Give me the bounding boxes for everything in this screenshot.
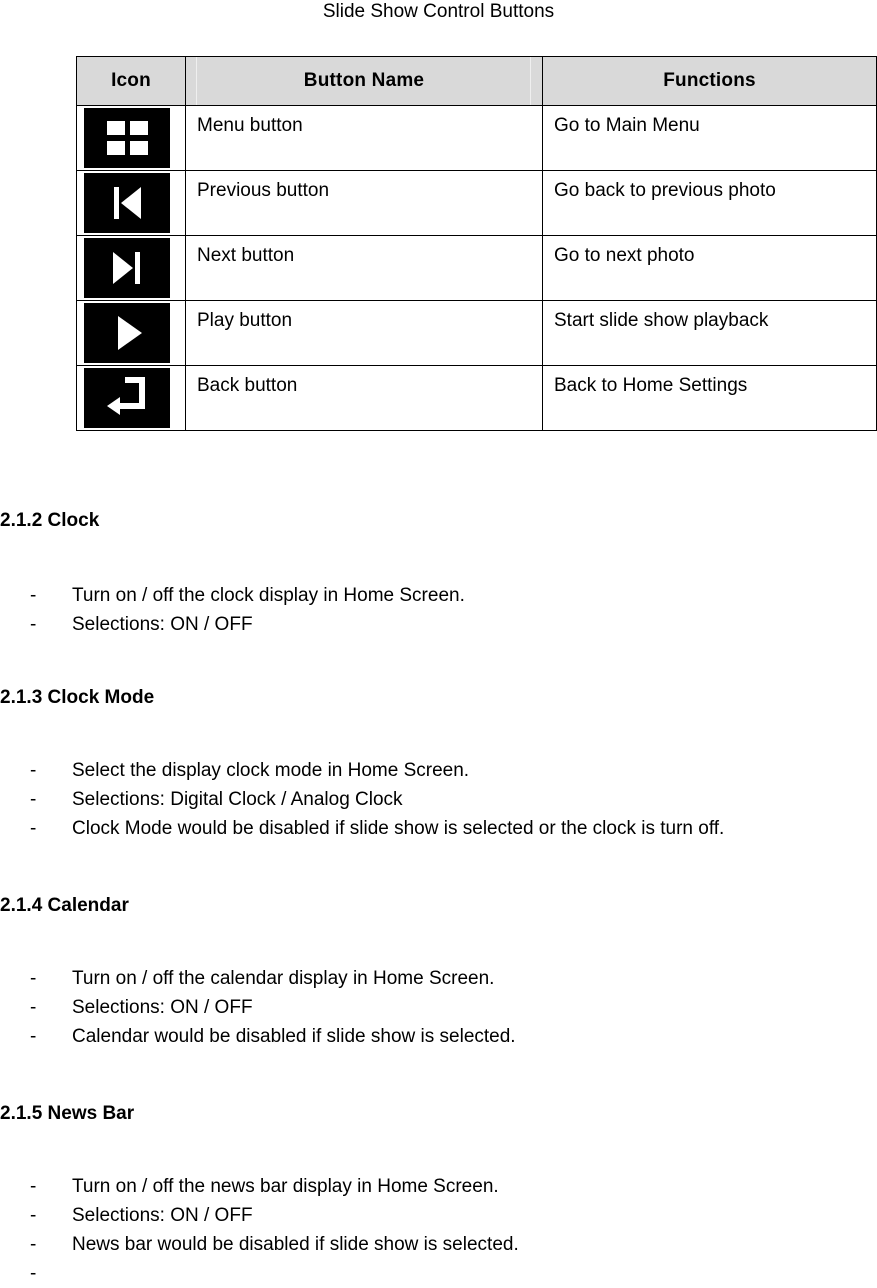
bullet-marker: - — [30, 1026, 37, 1047]
table-header-row: Icon Button Name Functions — [76, 56, 877, 106]
icon-cell — [76, 365, 186, 431]
table-row: Previous button Go back to previous phot… — [76, 170, 877, 236]
bullet-marker: - — [30, 997, 37, 1018]
section-heading-calendar: 2.1.4 Calendar — [0, 895, 129, 916]
list-item-text: Selections: ON / OFF — [72, 997, 253, 1018]
bullet-marker: - — [30, 968, 37, 989]
bullet-marker: - — [30, 614, 37, 635]
play-icon — [84, 303, 170, 363]
bullet-marker: - — [30, 1176, 37, 1197]
list-item: - Select the display clock mode in Home … — [0, 756, 877, 785]
slide-show-control-buttons-table: Icon Button Name Functions Menu button G… — [76, 56, 877, 431]
list-item: - Selections: Digital Clock / Analog Clo… — [0, 785, 877, 814]
button-name-cell: Back button — [185, 365, 543, 431]
bullet-list-clock-mode: - Select the display clock mode in Home … — [0, 756, 877, 843]
list-item-text: Calendar would be disabled if slide show… — [72, 1026, 516, 1047]
button-name-cell: Menu button — [185, 105, 543, 171]
bullet-list-news-bar: - Turn on / off the news bar display in … — [0, 1172, 877, 1288]
list-item-text: Select the display clock mode in Home Sc… — [72, 760, 470, 781]
list-item: - Calendar would be disabled if slide sh… — [0, 1022, 877, 1051]
function-cell: Start slide show playback — [542, 300, 877, 366]
bullet-marker: - — [30, 1234, 37, 1255]
icon-cell — [76, 300, 186, 366]
bullet-marker: - — [30, 818, 37, 839]
page-title: Slide Show Control Buttons — [322, 1, 555, 22]
list-item: - Selections: ON / OFF — [0, 610, 877, 639]
list-item: - Selections: ON / OFF — [0, 1201, 877, 1230]
column-header-button-name: Button Name — [185, 56, 543, 106]
table-row: Next button Go to next photo — [76, 235, 877, 301]
section-heading-news-bar: 2.1.5 News Bar — [0, 1103, 135, 1124]
list-item-text: Turn on / off the news bar display in Ho… — [72, 1176, 499, 1197]
menu-grid-icon — [84, 108, 170, 168]
list-item-text: Selections: ON / OFF — [72, 614, 253, 635]
next-track-icon — [84, 238, 170, 298]
previous-track-icon — [84, 173, 170, 233]
button-name-cell: Previous button — [185, 170, 543, 236]
section-heading-clock-mode: 2.1.3 Clock Mode — [0, 687, 155, 708]
button-name-cell: Play button — [185, 300, 543, 366]
column-header-functions: Functions — [542, 56, 877, 106]
list-item: - News bar would be disabled if slide sh… — [0, 1230, 877, 1259]
list-item: - Turn on / off the news bar display in … — [0, 1172, 877, 1201]
return-arrow-icon — [84, 368, 170, 428]
list-item-text: Selections: Digital Clock / Analog Clock — [72, 789, 403, 810]
bullet-list-clock: - Turn on / off the clock display in Hom… — [0, 581, 877, 639]
function-cell: Go back to previous photo — [542, 170, 877, 236]
list-item: - Turn on / off the clock display in Hom… — [0, 581, 877, 610]
icon-cell — [76, 235, 186, 301]
list-item-text: News bar would be disabled if slide show… — [72, 1234, 519, 1255]
icon-cell — [76, 105, 186, 171]
section-heading-clock: 2.1.2 Clock — [0, 510, 100, 531]
list-item-text: Selections: ON / OFF — [72, 1205, 253, 1226]
function-cell: Go to Main Menu — [542, 105, 877, 171]
function-cell: Go to next photo — [542, 235, 877, 301]
button-name-cell: Next button — [185, 235, 543, 301]
bullet-marker: - — [30, 789, 37, 810]
list-item-text: Turn on / off the calendar display in Ho… — [72, 968, 495, 989]
function-cell: Back to Home Settings — [542, 365, 877, 431]
table-row: Back button Back to Home Settings — [76, 365, 877, 431]
table-row: Play button Start slide show playback — [76, 300, 877, 366]
bullet-list-calendar: - Turn on / off the calendar display in … — [0, 964, 877, 1051]
bullet-marker: - — [30, 585, 37, 606]
column-header-icon: Icon — [76, 56, 186, 106]
list-item: - Clock Mode would be disabled if slide … — [0, 814, 877, 843]
icon-cell — [76, 170, 186, 236]
list-item: - — [0, 1259, 877, 1288]
bullet-marker: - — [30, 760, 37, 781]
list-item-text: Turn on / off the clock display in Home … — [72, 585, 465, 606]
list-item: - Turn on / off the calendar display in … — [0, 964, 877, 993]
list-item: - Selections: ON / OFF — [0, 993, 877, 1022]
bullet-marker: - — [30, 1205, 37, 1226]
table-row: Menu button Go to Main Menu — [76, 105, 877, 171]
bullet-marker: - — [30, 1263, 37, 1284]
list-item-text: Clock Mode would be disabled if slide sh… — [72, 818, 725, 839]
